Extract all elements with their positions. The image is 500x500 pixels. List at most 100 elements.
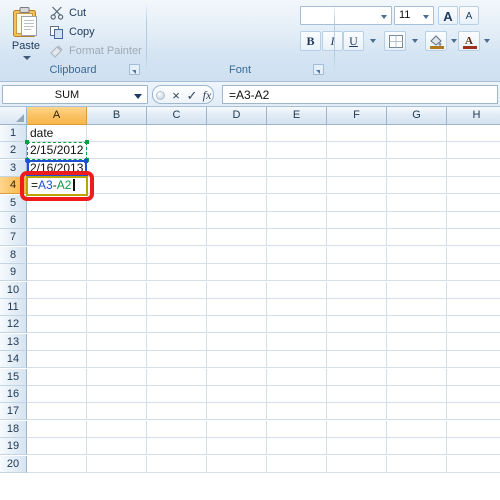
cell-F11[interactable] xyxy=(327,299,387,316)
cell-E10[interactable] xyxy=(267,281,327,299)
cell-A19[interactable] xyxy=(27,438,87,456)
cell-C3[interactable] xyxy=(147,159,207,177)
cut-button[interactable]: Cut xyxy=(49,4,86,23)
cell-A13[interactable] xyxy=(27,333,87,351)
cell-E9[interactable] xyxy=(267,264,327,282)
cell-H4[interactable] xyxy=(447,177,500,195)
cell-B2[interactable] xyxy=(87,142,147,160)
cell-B3[interactable] xyxy=(87,159,147,177)
cell-D5[interactable] xyxy=(207,194,267,212)
chevron-down-icon[interactable] xyxy=(23,56,31,60)
cell-H19[interactable] xyxy=(447,438,500,456)
row-header-3[interactable]: 3 xyxy=(0,159,27,177)
insert-function-button[interactable]: fx xyxy=(199,86,215,105)
cell-E6[interactable] xyxy=(267,212,327,229)
active-cell-editor[interactable]: =A3-A2 xyxy=(26,176,88,196)
cell-D16[interactable] xyxy=(207,386,267,403)
cell-H18[interactable] xyxy=(447,421,500,438)
cell-H8[interactable] xyxy=(447,247,500,264)
cell-H10[interactable] xyxy=(447,282,500,299)
cell-D9[interactable] xyxy=(207,264,267,282)
cell-H3[interactable] xyxy=(447,160,500,177)
paste-button[interactable]: Paste xyxy=(4,4,48,68)
cell-C14[interactable] xyxy=(147,351,207,369)
cell-G4[interactable] xyxy=(387,177,447,195)
cell-B13[interactable] xyxy=(87,333,147,351)
cell-D15[interactable] xyxy=(207,368,267,386)
column-header-h[interactable]: H xyxy=(447,107,500,125)
cell-C12[interactable] xyxy=(147,316,207,334)
cell-C13[interactable] xyxy=(147,333,207,351)
cell-A3[interactable]: 2/16/2013 xyxy=(27,159,87,177)
cell-E16[interactable] xyxy=(267,386,327,403)
copy-button[interactable]: Copy xyxy=(49,23,95,42)
cell-G11[interactable] xyxy=(387,299,447,316)
cell-C20[interactable] xyxy=(147,455,207,473)
cell-G8[interactable] xyxy=(387,246,447,264)
cell-G20[interactable] xyxy=(387,455,447,473)
cell-B8[interactable] xyxy=(87,246,147,264)
cell-A11[interactable] xyxy=(27,299,87,316)
cell-C2[interactable] xyxy=(147,142,207,160)
cell-C4[interactable] xyxy=(147,177,207,195)
cell-E1[interactable] xyxy=(267,125,327,142)
cell-F15[interactable] xyxy=(327,368,387,386)
cell-H17[interactable] xyxy=(447,403,500,421)
row-header-1[interactable]: 1 xyxy=(0,125,27,142)
cell-B7[interactable] xyxy=(87,229,147,247)
cell-C7[interactable] xyxy=(147,229,207,247)
cell-C6[interactable] xyxy=(147,212,207,229)
cell-A12[interactable] xyxy=(27,316,87,334)
cell-B17[interactable] xyxy=(87,403,147,421)
cell-A5[interactable] xyxy=(27,194,87,212)
cell-D7[interactable] xyxy=(207,229,267,247)
cell-H15[interactable] xyxy=(447,369,500,386)
cell-F9[interactable] xyxy=(327,264,387,282)
cell-E14[interactable] xyxy=(267,351,327,369)
cell-D6[interactable] xyxy=(207,212,267,229)
cell-D4[interactable] xyxy=(207,177,267,195)
row-header-6[interactable]: 6 xyxy=(0,212,27,229)
row-header-2[interactable]: 2 xyxy=(0,142,27,160)
cell-B14[interactable] xyxy=(87,351,147,369)
cell-H5[interactable] xyxy=(447,195,500,212)
cell-F16[interactable] xyxy=(327,386,387,403)
cell-H16[interactable] xyxy=(447,386,500,403)
cell-H11[interactable] xyxy=(447,299,500,316)
cell-H6[interactable] xyxy=(447,212,500,229)
cell-B19[interactable] xyxy=(87,438,147,456)
cell-A20[interactable] xyxy=(27,455,87,473)
cell-C17[interactable] xyxy=(147,403,207,421)
cell-C9[interactable] xyxy=(147,264,207,282)
cell-H7[interactable] xyxy=(447,229,500,247)
cell-B1[interactable] xyxy=(87,125,147,142)
cell-H1[interactable] xyxy=(447,125,500,142)
cell-D8[interactable] xyxy=(207,246,267,264)
cell-D18[interactable] xyxy=(207,420,267,438)
cell-F14[interactable] xyxy=(327,351,387,369)
row-header-19[interactable]: 19 xyxy=(0,438,27,456)
cell-E17[interactable] xyxy=(267,403,327,421)
cell-B4[interactable] xyxy=(87,177,147,195)
cell-F18[interactable] xyxy=(327,420,387,438)
enter-button[interactable]: ✓ xyxy=(184,86,200,105)
cell-E20[interactable] xyxy=(267,455,327,473)
cell-D3[interactable] xyxy=(207,159,267,177)
cell-G19[interactable] xyxy=(387,438,447,456)
cell-B11[interactable] xyxy=(87,299,147,316)
cell-F3[interactable] xyxy=(327,159,387,177)
cell-F4[interactable] xyxy=(327,177,387,195)
row-header-17[interactable]: 17 xyxy=(0,403,27,421)
cell-F19[interactable] xyxy=(327,438,387,456)
cell-G13[interactable] xyxy=(387,333,447,351)
cell-C10[interactable] xyxy=(147,281,207,299)
row-header-7[interactable]: 7 xyxy=(0,229,27,247)
cell-C19[interactable] xyxy=(147,438,207,456)
cell-A6[interactable] xyxy=(27,212,87,229)
cell-D19[interactable] xyxy=(207,438,267,456)
cell-G14[interactable] xyxy=(387,351,447,369)
cell-D13[interactable] xyxy=(207,333,267,351)
cell-G18[interactable] xyxy=(387,420,447,438)
bold-button[interactable]: B xyxy=(300,31,321,51)
row-header-12[interactable]: 12 xyxy=(0,316,27,334)
